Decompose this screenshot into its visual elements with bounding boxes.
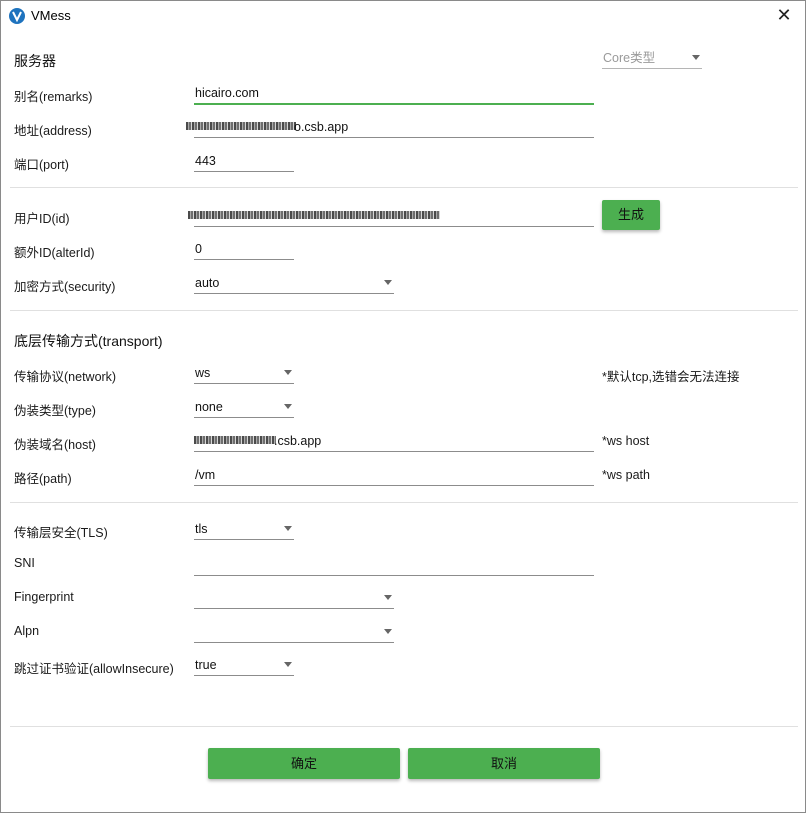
redacted-mark — [188, 211, 440, 219]
fingerprint-select[interactable] — [194, 587, 394, 609]
alpn-select[interactable] — [194, 621, 394, 643]
generate-button[interactable]: 生成 — [602, 200, 660, 230]
window-title: VMess — [31, 8, 71, 23]
address-input[interactable]: o.csb.app — [186, 116, 594, 138]
network-value: ws — [195, 366, 211, 380]
divider — [10, 726, 798, 727]
core-type-select[interactable]: Core类型 — [602, 47, 702, 69]
vmess-dialog: VMess ✕ 服务器 Core类型 别名(remarks) hicairo.c… — [0, 0, 806, 813]
divider — [10, 502, 798, 503]
chevron-down-icon — [284, 404, 292, 409]
section-transport-title: 底层传输方式(transport) — [14, 333, 163, 349]
ok-button[interactable]: 确定 — [208, 748, 400, 779]
host-value: .csb.app — [274, 434, 322, 448]
alter-id-input[interactable]: 0 — [194, 238, 294, 260]
tls-value: tls — [195, 522, 208, 536]
tls-label: 传输层安全(TLS) — [14, 526, 108, 540]
path-hint: *ws path — [602, 468, 650, 482]
host-input[interactable]: .csb.app — [194, 430, 594, 452]
fingerprint-label: Fingerprint — [14, 590, 74, 604]
section-server-title: 服务器 — [14, 53, 56, 69]
app-logo-icon — [9, 8, 25, 24]
type-select[interactable]: none — [194, 396, 294, 418]
remarks-value: hicairo.com — [195, 86, 259, 100]
path-input[interactable]: /vm — [194, 464, 594, 486]
network-label: 传输协议(network) — [14, 370, 117, 384]
chevron-down-icon — [692, 55, 700, 60]
chevron-down-icon — [284, 526, 292, 531]
port-input[interactable]: 443 — [194, 150, 294, 172]
path-value: /vm — [195, 468, 216, 482]
allow-insecure-select[interactable]: true — [194, 654, 294, 676]
type-label: 伪装类型(type) — [14, 404, 96, 418]
network-hint: *默认tcp,选错会无法连接 — [602, 370, 740, 384]
security-select[interactable]: auto — [194, 272, 394, 294]
host-hint: *ws host — [602, 434, 650, 448]
allow-insecure-value: true — [195, 658, 217, 672]
alter-id-value: 0 — [195, 242, 202, 256]
port-label: 端口(port) — [14, 158, 69, 172]
remarks-label: 别名(remarks) — [14, 90, 93, 104]
port-value: 443 — [195, 154, 216, 168]
allow-insecure-label: 跳过证书验证(allowInsecure) — [14, 662, 174, 676]
chevron-down-icon — [384, 595, 392, 600]
close-icon[interactable]: ✕ — [773, 4, 795, 26]
id-label: 用户ID(id) — [14, 212, 70, 226]
path-label: 路径(path) — [14, 472, 72, 486]
chevron-down-icon — [384, 629, 392, 634]
type-value: none — [195, 400, 223, 414]
remarks-input[interactable]: hicairo.com — [194, 82, 594, 105]
chevron-down-icon — [284, 662, 292, 667]
security-label: 加密方式(security) — [14, 280, 116, 294]
network-select[interactable]: ws — [194, 362, 294, 384]
tls-select[interactable]: tls — [194, 518, 294, 540]
divider — [10, 187, 798, 188]
redacted-mark — [186, 122, 296, 130]
alpn-label: Alpn — [14, 624, 40, 638]
sni-label: SNI — [14, 556, 35, 570]
id-input[interactable] — [188, 205, 594, 227]
redacted-mark — [194, 436, 276, 444]
host-label: 伪装域名(host) — [14, 438, 96, 452]
address-value: o.csb.app — [294, 120, 349, 134]
core-type-placeholder: Core类型 — [603, 51, 656, 65]
alter-id-label: 额外ID(alterId) — [14, 246, 95, 260]
sni-input[interactable] — [194, 554, 594, 576]
chevron-down-icon — [384, 280, 392, 285]
divider — [10, 310, 798, 311]
security-value: auto — [195, 276, 220, 290]
title-bar: VMess ✕ — [1, 1, 805, 31]
address-label: 地址(address) — [14, 124, 92, 138]
chevron-down-icon — [284, 370, 292, 375]
cancel-button[interactable]: 取消 — [408, 748, 600, 779]
